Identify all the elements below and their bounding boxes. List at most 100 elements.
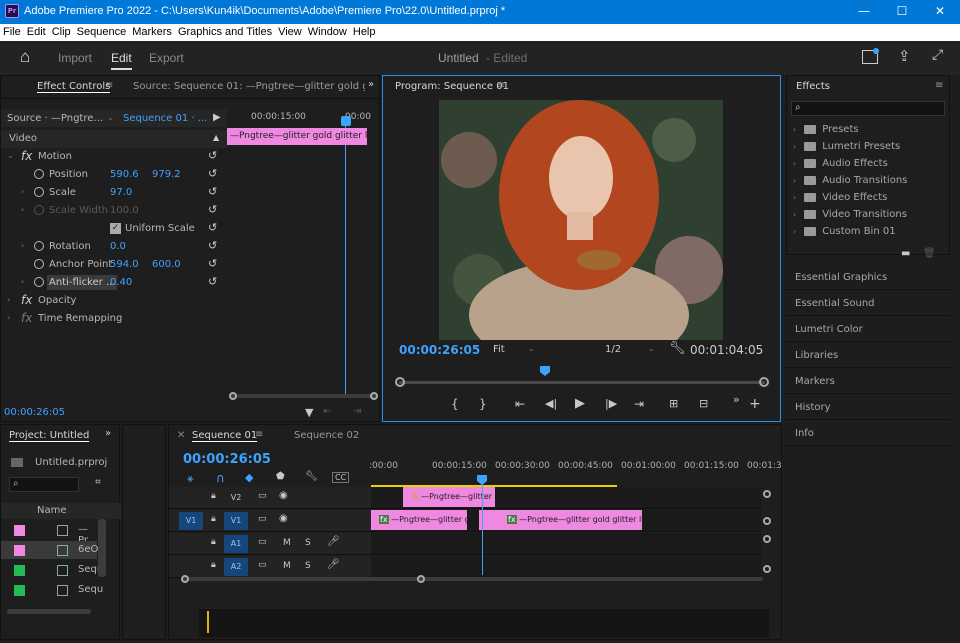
track-target[interactable]: A2 — [224, 558, 248, 576]
project-v-scrollbar[interactable] — [98, 519, 106, 577]
chevron-down-icon[interactable]: ⌄ — [648, 344, 655, 353]
reset-icon[interactable]: ↺ — [208, 204, 220, 216]
fx-icon[interactable]: fx — [21, 149, 32, 163]
zoom-select[interactable]: Fit — [493, 344, 505, 355]
timeline-h-scrollbar[interactable] — [183, 577, 763, 581]
menu-graphics[interactable]: Graphics and Titles — [175, 24, 275, 38]
ec-current-time[interactable]: 00:00:26:05 — [4, 407, 65, 418]
wrench-icon[interactable]: 🔧︎ — [669, 341, 686, 356]
ec-zoom-bar[interactable] — [230, 394, 377, 398]
label-color-swatch[interactable] — [14, 545, 25, 556]
sync-lock-icon[interactable]: ▭ — [258, 514, 267, 524]
program-video-frame[interactable] — [439, 100, 723, 340]
scrub-left-handle[interactable] — [395, 377, 405, 387]
captions-icon[interactable]: CC — [332, 472, 350, 483]
track-lane[interactable] — [371, 556, 761, 578]
sync-lock-icon[interactable]: ▭ — [258, 491, 267, 501]
project-row[interactable]: —Pr — [1, 521, 97, 546]
play-only-icon[interactable]: ▶ — [213, 112, 221, 123]
panel-overflow-icon[interactable]: » — [105, 428, 111, 439]
eye-icon[interactable]: ◉ — [279, 490, 288, 501]
v-scroll-a[interactable] — [763, 535, 771, 543]
marker-icon[interactable]: ⬟ — [276, 471, 285, 482]
import-tab[interactable]: Import — [58, 51, 92, 65]
project-row[interactable]: Sequ — [1, 561, 103, 579]
reset-icon[interactable]: ↺ — [208, 258, 220, 270]
expand-icon[interactable]: › — [793, 210, 796, 219]
menu-view[interactable]: View — [275, 24, 305, 38]
mute-button[interactable]: M — [283, 538, 291, 548]
effects-folder-item[interactable]: › Custom Bin 01 — [793, 226, 896, 237]
expand-icon[interactable]: › — [793, 193, 796, 202]
menu-help[interactable]: Help — [350, 24, 379, 38]
v-scroll-mid[interactable] — [763, 517, 771, 525]
expand-icon[interactable]: › — [793, 159, 796, 168]
label-color-swatch[interactable] — [14, 565, 25, 576]
eye-icon[interactable]: ◉ — [279, 513, 288, 524]
mute-button[interactable]: M — [283, 561, 291, 571]
scale-value[interactable]: 97.0 — [110, 187, 132, 198]
side-panel-2[interactable]: Lumetri Color — [786, 317, 950, 342]
lock-icon[interactable]: 🔒︎ — [211, 514, 216, 524]
microphone-icon[interactable]: 🎤︎ — [327, 559, 340, 570]
reset-icon[interactable]: ↺ — [208, 276, 220, 288]
scrub-right-handle[interactable] — [759, 377, 769, 387]
uniform-scale-checkbox[interactable]: ✓ — [110, 223, 121, 234]
project-scrollbar[interactable] — [7, 609, 91, 614]
effects-folder-item[interactable]: › Lumetri Presets — [793, 141, 900, 152]
effects-folder-item[interactable]: › Presets — [793, 124, 859, 135]
stopwatch-icon[interactable] — [34, 241, 44, 251]
settings-wrench-icon[interactable]: 🔧︎ — [305, 471, 318, 482]
reset-icon[interactable]: ↺ — [208, 240, 220, 252]
expand-icon[interactable]: › — [793, 142, 796, 151]
expand-icon[interactable]: › — [793, 176, 796, 185]
lock-icon[interactable]: 🔒︎ — [211, 537, 216, 547]
lock-icon[interactable]: 🔒︎ — [211, 560, 216, 570]
expand-scale-width[interactable]: › — [21, 205, 24, 214]
sequence-selector[interactable]: Sequence 01 · ... — [123, 113, 207, 124]
menu-edit[interactable]: Edit — [24, 24, 49, 38]
mark-in-icon[interactable]: { — [451, 397, 459, 411]
close-tab-icon[interactable]: ✕ — [177, 430, 185, 441]
program-tab[interactable]: Program: Sequence 01 — [395, 81, 509, 92]
panel-menu-icon[interactable]: ≡ — [497, 80, 505, 91]
project-tab[interactable]: Project: Untitled — [9, 430, 90, 442]
effects-folder-item[interactable]: › Audio Effects — [793, 158, 888, 169]
panel-menu-icon[interactable]: ≡ — [105, 80, 113, 91]
minimize-button[interactable]: — — [846, 0, 882, 24]
h-scroll-right[interactable] — [417, 575, 425, 583]
source-patch[interactable] — [179, 535, 203, 553]
zoom-handle-right[interactable] — [370, 392, 378, 400]
source-tab[interactable]: Source: Sequence 01: —Pngtree—glitter go… — [133, 81, 365, 92]
home-icon[interactable]: ⌂ — [20, 47, 30, 67]
source-patch[interactable] — [179, 489, 203, 507]
menu-sequence[interactable]: Sequence — [74, 24, 130, 38]
resolution-select[interactable]: 1/2 — [605, 344, 621, 355]
anchor-x-value[interactable]: 594.0 — [110, 259, 139, 270]
close-button[interactable]: ✕ — [922, 0, 958, 24]
h-scroll-left[interactable] — [181, 575, 189, 583]
stopwatch-icon[interactable] — [34, 277, 44, 287]
antiflicker-value[interactable]: 0.40 — [110, 277, 132, 288]
side-panel-5[interactable]: History — [786, 395, 950, 420]
project-row[interactable]: 6eO — [1, 541, 98, 559]
playhead-handle[interactable] — [341, 116, 351, 126]
add-marker-icon[interactable]: ◆ — [245, 471, 253, 484]
v1-clip-c[interactable]: fx —Pngtree—glitter gold glitter ligh — [499, 510, 642, 530]
panel-menu-icon[interactable]: ≡ — [255, 429, 263, 440]
source-patch[interactable]: V1 — [179, 512, 203, 530]
effect-controls-tab[interactable]: Effect Controls — [37, 81, 111, 93]
reset-icon[interactable]: ↺ — [208, 150, 220, 162]
sync-lock-icon[interactable]: ▭ — [258, 560, 267, 570]
lock-icon[interactable]: 🔒︎ — [211, 491, 216, 501]
program-timecode[interactable]: 00:00:26:05 — [399, 343, 480, 357]
position-y-value[interactable]: 979.2 — [152, 169, 181, 180]
panel-overflow-icon[interactable]: » — [368, 79, 374, 90]
v-scroll-top[interactable] — [763, 490, 771, 498]
panel-menu-icon[interactable]: ≡ — [935, 80, 943, 91]
microphone-icon[interactable]: 🎤︎ — [327, 536, 340, 547]
side-panel-1[interactable]: Essential Sound — [786, 291, 950, 316]
expand-icon[interactable]: › — [793, 125, 796, 134]
side-panel-4[interactable]: Markers — [786, 369, 950, 394]
fx-icon[interactable]: fx — [21, 293, 32, 307]
